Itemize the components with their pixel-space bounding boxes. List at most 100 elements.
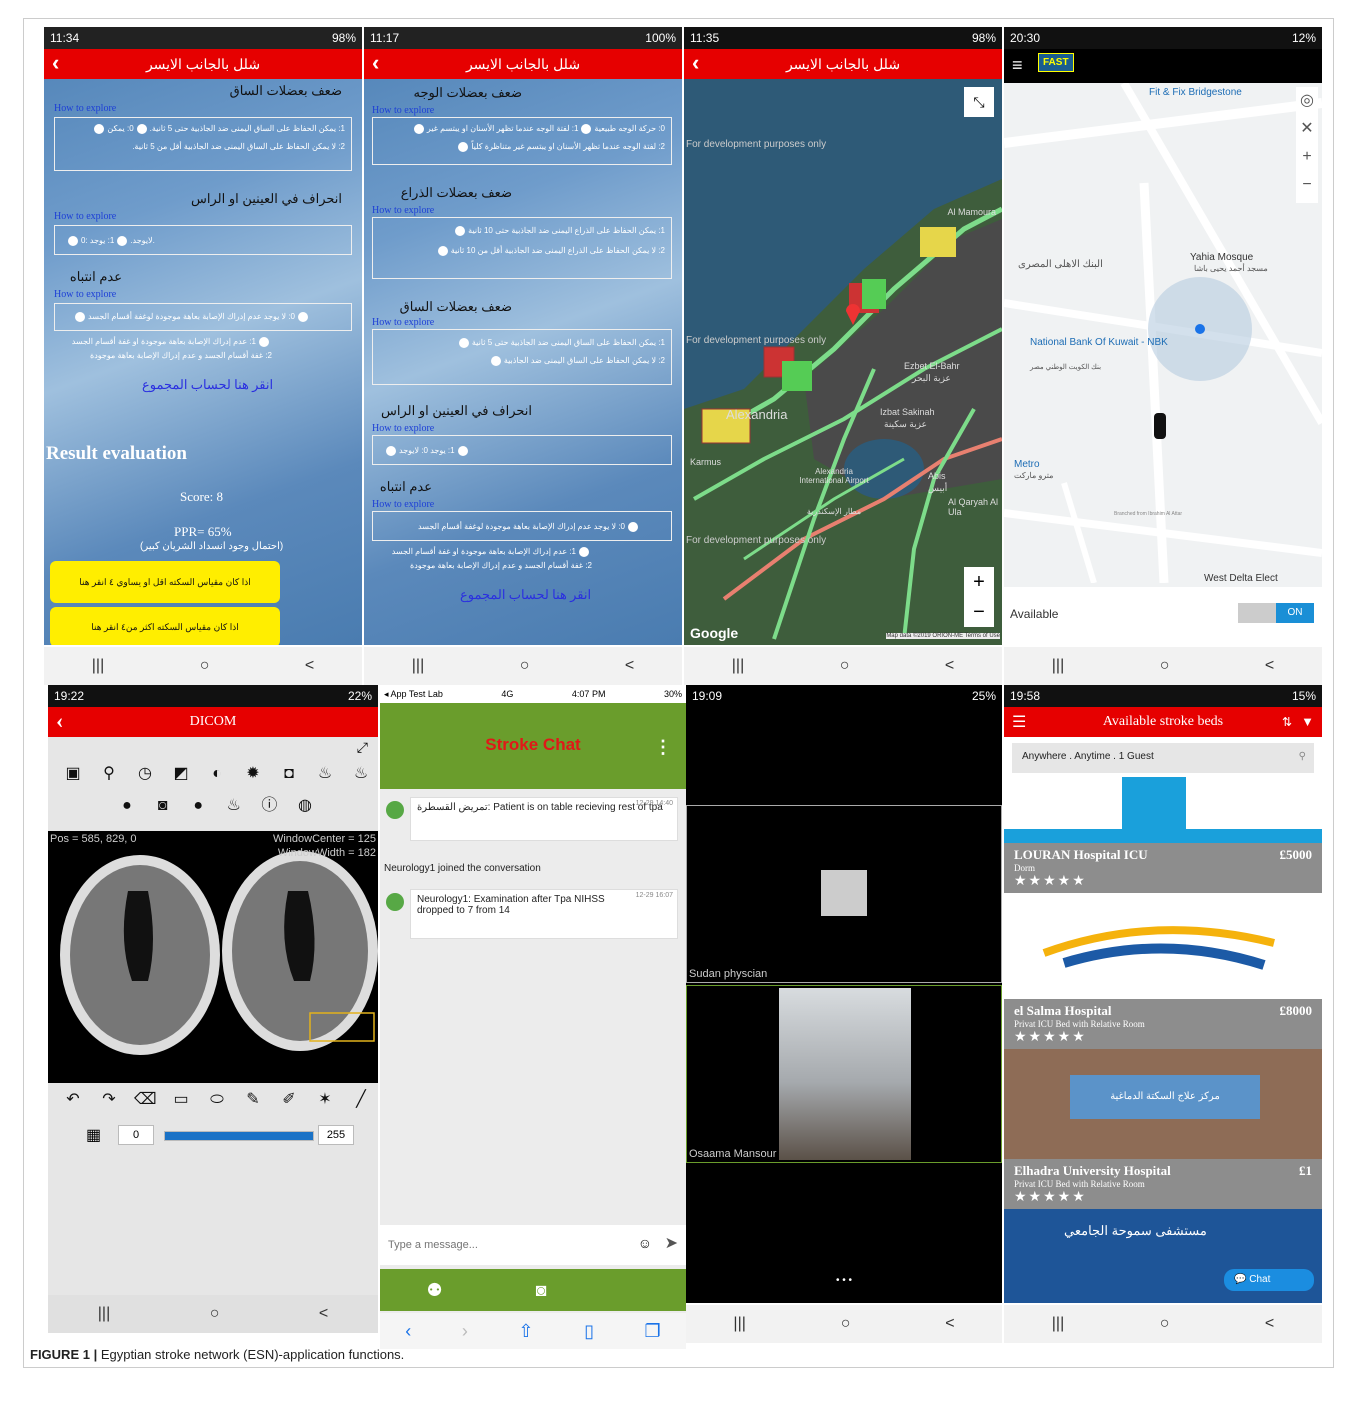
option[interactable]: 0: لا يوجد عدم إدراك الإصابة بعاهة موجود…	[61, 310, 311, 323]
recent-apps-icon[interactable]: |||	[1052, 657, 1064, 675]
grid-icon[interactable]: ▦	[86, 1125, 101, 1145]
back-nav-icon[interactable]: <	[625, 657, 634, 675]
recent-apps-icon[interactable]: |||	[92, 657, 104, 675]
home-icon[interactable]: ○	[841, 1315, 851, 1333]
send-icon[interactable]: ➤	[665, 1233, 678, 1253]
list-sort-icon[interactable]: ☰	[1012, 712, 1026, 732]
window-range-slider[interactable]	[164, 1131, 314, 1141]
save-icon[interactable]: ▣	[62, 763, 84, 785]
zoom-out-button[interactable]: −	[964, 597, 994, 627]
option[interactable]: 0: لايوجد.1: يوجد.	[65, 234, 155, 247]
back-icon[interactable]: ‹	[52, 50, 59, 76]
drop-icon[interactable]: ●	[187, 795, 209, 817]
how-to-explore-link[interactable]: How to explore	[372, 317, 434, 328]
option[interactable]: 0: حركة الوجه طبيعية1: لفتة الوجه عندما …	[375, 122, 665, 135]
rotate-icon[interactable]: ◷	[134, 763, 156, 785]
more-options-icon[interactable]: ⋮	[654, 737, 672, 758]
forward-nav-icon[interactable]: ›	[462, 1321, 468, 1342]
flame-icon[interactable]: ♨	[314, 763, 336, 785]
back-nav-icon[interactable]: <	[319, 1305, 328, 1323]
how-to-explore-link[interactable]: How to explore	[54, 103, 116, 114]
info-icon[interactable]: ⓘ	[258, 795, 280, 817]
availability-toggle[interactable]: ON	[1238, 603, 1314, 623]
bed-listing[interactable]: LOURAN Hospital ICU £5000 Dorm ★★★★★	[1004, 843, 1322, 893]
calculate-total-link[interactable]: انقر هنا لحساب المجموع	[142, 377, 273, 393]
zoom-in-button[interactable]: +	[964, 567, 994, 597]
fire-icon[interactable]: ♨	[223, 795, 245, 817]
how-to-explore-link[interactable]: How to explore	[372, 205, 434, 216]
back-icon[interactable]: ‹	[56, 708, 63, 734]
frame-icon[interactable]: ◙	[152, 795, 174, 817]
bed-listing[interactable]: el Salma Hospital £8000 Privat ICU Bed wit…	[1004, 999, 1322, 1049]
home-icon[interactable]: ○	[210, 1305, 220, 1323]
zoom-icon[interactable]: ⚲	[98, 763, 120, 785]
back-nav-icon[interactable]: ‹	[405, 1321, 411, 1342]
recent-apps-icon[interactable]: |||	[732, 657, 744, 675]
how-to-explore-link[interactable]: How to explore	[54, 211, 116, 222]
brightness-icon[interactable]: ✹	[242, 763, 264, 785]
drop-icon[interactable]: ●	[116, 795, 138, 817]
home-icon[interactable]: ○	[1160, 1315, 1170, 1333]
back-nav-icon[interactable]: <	[945, 1315, 954, 1333]
option[interactable]: 2: لا يمكن الحفاظ على الساق اليمنى ضد ال…	[375, 354, 665, 367]
zoom-in-button[interactable]: +	[1296, 143, 1318, 171]
line-icon[interactable]: ╱	[350, 1089, 372, 1111]
camera-icon[interactable]: ◙	[536, 1280, 547, 1301]
how-to-explore-link[interactable]: How to explore	[372, 105, 434, 116]
home-icon[interactable]: ○	[200, 657, 210, 675]
low-score-button[interactable]: اذا كان مقياس السكته اقل او يساوي ٤ انقر…	[50, 561, 280, 603]
message-input[interactable]	[388, 1233, 618, 1257]
back-nav-icon[interactable]: <	[1265, 657, 1274, 675]
option[interactable]: 0: لا يوجد عدم إدراك الإصابة بعاهة موجود…	[381, 520, 641, 533]
ct-image[interactable]: Pos = 585, 829, 0 WindowCenter = 125 Win…	[48, 831, 378, 1083]
option[interactable]: 2: لفتة الوجه عندما تظهر الأسنان او يبتس…	[375, 140, 665, 153]
how-to-explore-link[interactable]: How to explore	[372, 499, 434, 510]
back-icon[interactable]: ‹	[692, 50, 699, 76]
fire-icon[interactable]: ♨	[350, 763, 372, 785]
share-icon[interactable]: ⇧	[518, 1321, 533, 1342]
freehand-icon[interactable]: ✎	[242, 1089, 264, 1111]
how-to-explore-link[interactable]: How to explore	[54, 289, 116, 300]
recent-apps-icon[interactable]: |||	[1052, 1315, 1064, 1333]
option[interactable]: 1: يوجد 0: لايوجد	[383, 444, 471, 457]
fullscreen-icon[interactable]: ⤢	[357, 739, 368, 756]
min-value-input[interactable]: 0	[118, 1125, 154, 1145]
max-value-input[interactable]: 255	[318, 1125, 354, 1145]
remote-video-tile[interactable]: Sudan physcian	[686, 805, 1002, 983]
map-canvas[interactable]	[1004, 83, 1322, 583]
home-icon[interactable]: ○	[840, 657, 850, 675]
option[interactable]: 2: لا يمكن الحفاظ على الذراع اليمنى ضد ا…	[375, 244, 665, 257]
ellipse-icon[interactable]: ⬭	[206, 1089, 228, 1111]
option[interactable]: 1: يمكن الحفاظ على الساق اليمنى ضد الجاذ…	[75, 122, 345, 135]
layers-icon[interactable]: ✕	[1296, 115, 1318, 143]
fullscreen-icon[interactable]: ⤡	[964, 87, 994, 117]
tabs-icon[interactable]: ❐	[645, 1321, 661, 1342]
high-score-button[interactable]: اذا كان مقياس السكته اكثر من٤ انقر هنا	[50, 607, 280, 645]
compass-icon[interactable]: ◎	[1296, 87, 1318, 115]
recent-apps-icon[interactable]: |||	[733, 1315, 745, 1333]
emoji-icon[interactable]: ☺	[638, 1235, 652, 1251]
chat-button[interactable]: 💬 Chat	[1224, 1269, 1314, 1291]
back-icon[interactable]: ‹	[372, 50, 379, 76]
window-icon[interactable]: ◘	[278, 763, 300, 785]
option[interactable]: 2: لا يمكن الحفاظ على الساق اليمنى ضد ال…	[75, 140, 345, 153]
undo-icon[interactable]: ↶	[62, 1089, 84, 1111]
back-nav-icon[interactable]: <	[305, 657, 314, 675]
option[interactable]: 1: يمكن الحفاظ على الذراع اليمنى ضد الجا…	[375, 224, 665, 237]
pen-icon[interactable]: ✐	[278, 1089, 300, 1111]
option[interactable]: 1: يمكن الحفاظ على الساق اليمنى ضد الجاذ…	[375, 336, 665, 349]
filter-icon[interactable]: ▼	[1301, 714, 1314, 730]
local-video-tile[interactable]: Osaama Mansour	[686, 985, 1002, 1163]
bed-listing[interactable]: Elhadra University Hospital £1 Privat ICU …	[1004, 1159, 1322, 1209]
recent-apps-icon[interactable]: |||	[98, 1305, 110, 1323]
zoom-out-button[interactable]: −	[1296, 171, 1318, 199]
contacts-icon[interactable]: ⚉	[426, 1280, 442, 1301]
back-nav-icon[interactable]: <	[1265, 1315, 1274, 1333]
menu-icon[interactable]: ≡	[1012, 55, 1023, 76]
sort-icon[interactable]: ⇅	[1282, 715, 1292, 730]
stack-icon[interactable]: ◍	[294, 795, 316, 817]
option[interactable]: 1: عدم إدراك الإصابة بعاهة موجودة او غفة…	[372, 545, 592, 558]
bookmarks-icon[interactable]: ▯	[584, 1321, 594, 1342]
magic-wand-icon[interactable]: ✶	[314, 1089, 336, 1111]
back-nav-icon[interactable]: <	[945, 657, 954, 675]
